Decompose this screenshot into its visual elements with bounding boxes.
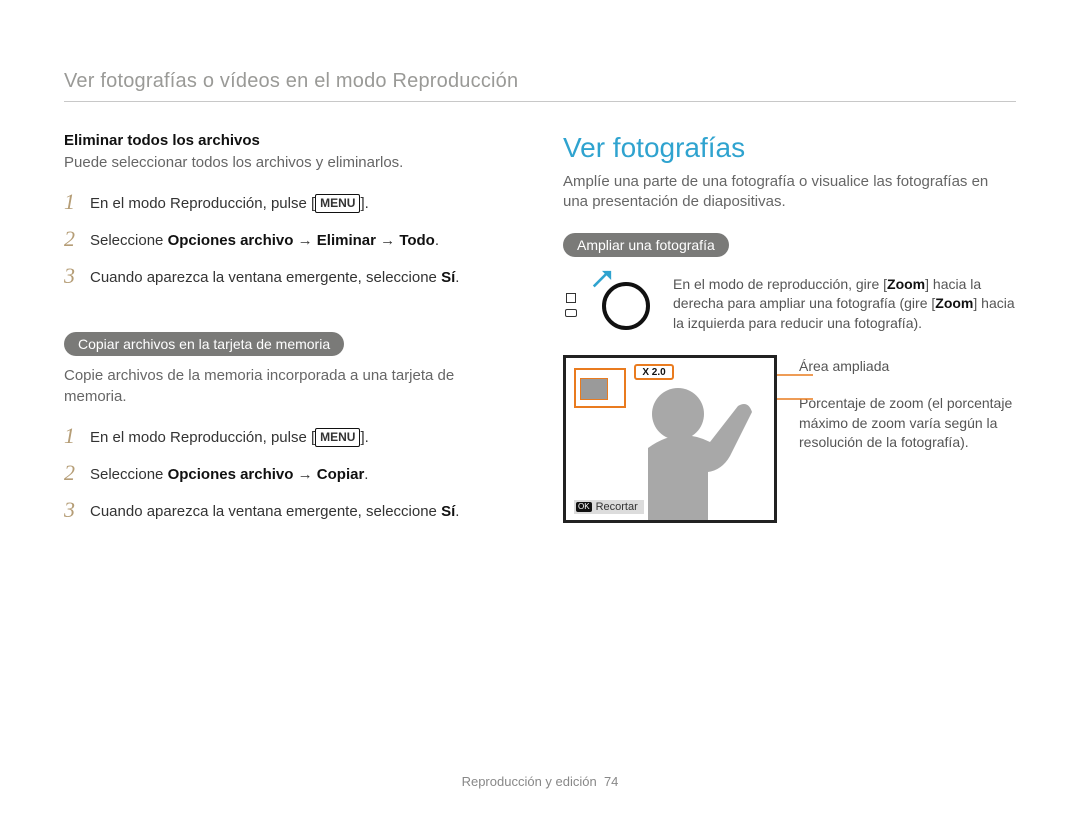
callout-1: Área ampliada bbox=[799, 357, 1016, 377]
arrow-icon: → bbox=[293, 232, 316, 249]
t: . bbox=[364, 466, 368, 483]
step-3: 3 Cuando aparezca la ventana emergente, … bbox=[64, 265, 517, 288]
step-text: Cuando aparezca la ventana emergente, se… bbox=[90, 499, 459, 522]
screen-diagram: X 2.0 OK Recortar bbox=[563, 355, 777, 523]
t: Cuando aparezca la ventana emergente, se… bbox=[90, 503, 441, 520]
ok-icon: OK bbox=[576, 502, 592, 512]
dial-row: En el modo de reproducción, gire [Zoom] … bbox=[563, 275, 1016, 337]
step-1: 1 En el modo Reproducción, pulse [MENU]. bbox=[64, 425, 517, 448]
page: Ver fotografías o vídeos en el modo Repr… bbox=[0, 0, 1080, 815]
step-1: 1 En el modo Reproducción, pulse [MENU]. bbox=[64, 191, 517, 214]
breadcrumb: Ver fotografías o vídeos en el modo Repr… bbox=[64, 70, 1016, 93]
trim-label: OK Recortar bbox=[574, 500, 644, 514]
sec2-pill: Copiar archivos en la tarjeta de memoria bbox=[64, 332, 344, 356]
t: . bbox=[435, 232, 439, 249]
t: Copiar bbox=[317, 466, 365, 483]
t: ]. bbox=[360, 429, 368, 446]
callout-text: Porcentaje de zoom (el porcentaje máximo… bbox=[799, 394, 1016, 453]
t: Sí bbox=[441, 269, 455, 286]
left-column: Eliminar todos los archivos Puede selecc… bbox=[64, 132, 517, 536]
step-text: En el modo Reproducción, pulse [MENU]. bbox=[90, 425, 369, 448]
step-num: 3 bbox=[64, 265, 90, 287]
callouts: Área ampliada Porcentaje de zoom (el por… bbox=[799, 355, 1016, 471]
sec2-steps: 1 En el modo Reproducción, pulse [MENU].… bbox=[64, 425, 517, 522]
t: Opciones archivo bbox=[168, 232, 294, 249]
right-pill: Ampliar una fotografía bbox=[563, 233, 729, 257]
step-2: 2 Seleccione Opciones archivo → Copiar. bbox=[64, 462, 517, 485]
step-text: Seleccione Opciones archivo → Copiar. bbox=[90, 462, 368, 485]
callout-text: Área ampliada bbox=[799, 357, 889, 377]
arrow-icon: → bbox=[376, 232, 399, 249]
sec2-desc: Copie archivos de la memoria incorporada… bbox=[64, 366, 517, 407]
sec1-desc: Puede seleccionar todos los archivos y e… bbox=[64, 153, 517, 173]
t: En el modo Reproducción, pulse [ bbox=[90, 429, 315, 446]
right-intro: Amplíe una parte de una fotografía o vis… bbox=[563, 172, 1016, 213]
step-num: 2 bbox=[64, 228, 90, 250]
t: Opciones archivo bbox=[168, 466, 294, 483]
step-2: 2 Seleccione Opciones archivo → Eliminar… bbox=[64, 228, 517, 251]
t: Zoom bbox=[887, 276, 925, 292]
t: . bbox=[455, 503, 459, 520]
thumbnail-area bbox=[574, 368, 626, 408]
t: ]. bbox=[360, 195, 368, 212]
right-title: Ver fotografías bbox=[563, 132, 1016, 164]
dial-arrow-icon bbox=[591, 269, 613, 291]
t: Seleccione bbox=[90, 232, 168, 249]
diagram-row: X 2.0 OK Recortar Área ampliada Porcenta… bbox=[563, 355, 1016, 523]
dial-side-icons bbox=[563, 293, 579, 317]
t: Todo bbox=[399, 232, 435, 249]
sec1-title: Eliminar todos los archivos bbox=[64, 132, 517, 149]
t: Sí bbox=[441, 503, 455, 520]
t: Zoom bbox=[935, 295, 973, 311]
step-num: 2 bbox=[64, 462, 90, 484]
t: Seleccione bbox=[90, 466, 168, 483]
right-column: Ver fotografías Amplíe una parte de una … bbox=[563, 132, 1016, 536]
thumbnail-viewport bbox=[580, 378, 608, 400]
footer-page: 74 bbox=[604, 774, 618, 789]
footer: Reproducción y edición 74 bbox=[0, 774, 1080, 789]
t: . bbox=[455, 269, 459, 286]
image-icon bbox=[566, 293, 576, 303]
step-text: Seleccione Opciones archivo → Eliminar →… bbox=[90, 228, 439, 251]
step-num: 1 bbox=[64, 425, 90, 447]
dial-text: En el modo de reproducción, gire [Zoom] … bbox=[673, 275, 1016, 334]
divider bbox=[64, 101, 1016, 102]
zoom-icon bbox=[565, 309, 577, 317]
arrow-icon: → bbox=[293, 466, 316, 483]
callout-2: Porcentaje de zoom (el porcentaje máximo… bbox=[799, 394, 1016, 453]
t: En el modo Reproducción, pulse [ bbox=[90, 195, 315, 212]
columns: Eliminar todos los archivos Puede selecc… bbox=[64, 132, 1016, 536]
trim-text: Recortar bbox=[596, 501, 638, 513]
step-text: Cuando aparezca la ventana emergente, se… bbox=[90, 265, 459, 288]
t: En el modo de reproducción, gire [ bbox=[673, 276, 887, 292]
zoom-badge: X 2.0 bbox=[634, 364, 674, 380]
sec1-steps: 1 En el modo Reproducción, pulse [MENU].… bbox=[64, 191, 517, 288]
zoom-dial-icon bbox=[595, 275, 657, 337]
step-num: 1 bbox=[64, 191, 90, 213]
step-num: 3 bbox=[64, 499, 90, 521]
step-text: En el modo Reproducción, pulse [MENU]. bbox=[90, 191, 369, 214]
t: Eliminar bbox=[317, 232, 376, 249]
t: Cuando aparezca la ventana emergente, se… bbox=[90, 269, 441, 286]
menu-box: MENU bbox=[315, 194, 360, 213]
footer-section: Reproducción y edición bbox=[462, 774, 597, 789]
step-3: 3 Cuando aparezca la ventana emergente, … bbox=[64, 499, 517, 522]
menu-box: MENU bbox=[315, 428, 360, 447]
